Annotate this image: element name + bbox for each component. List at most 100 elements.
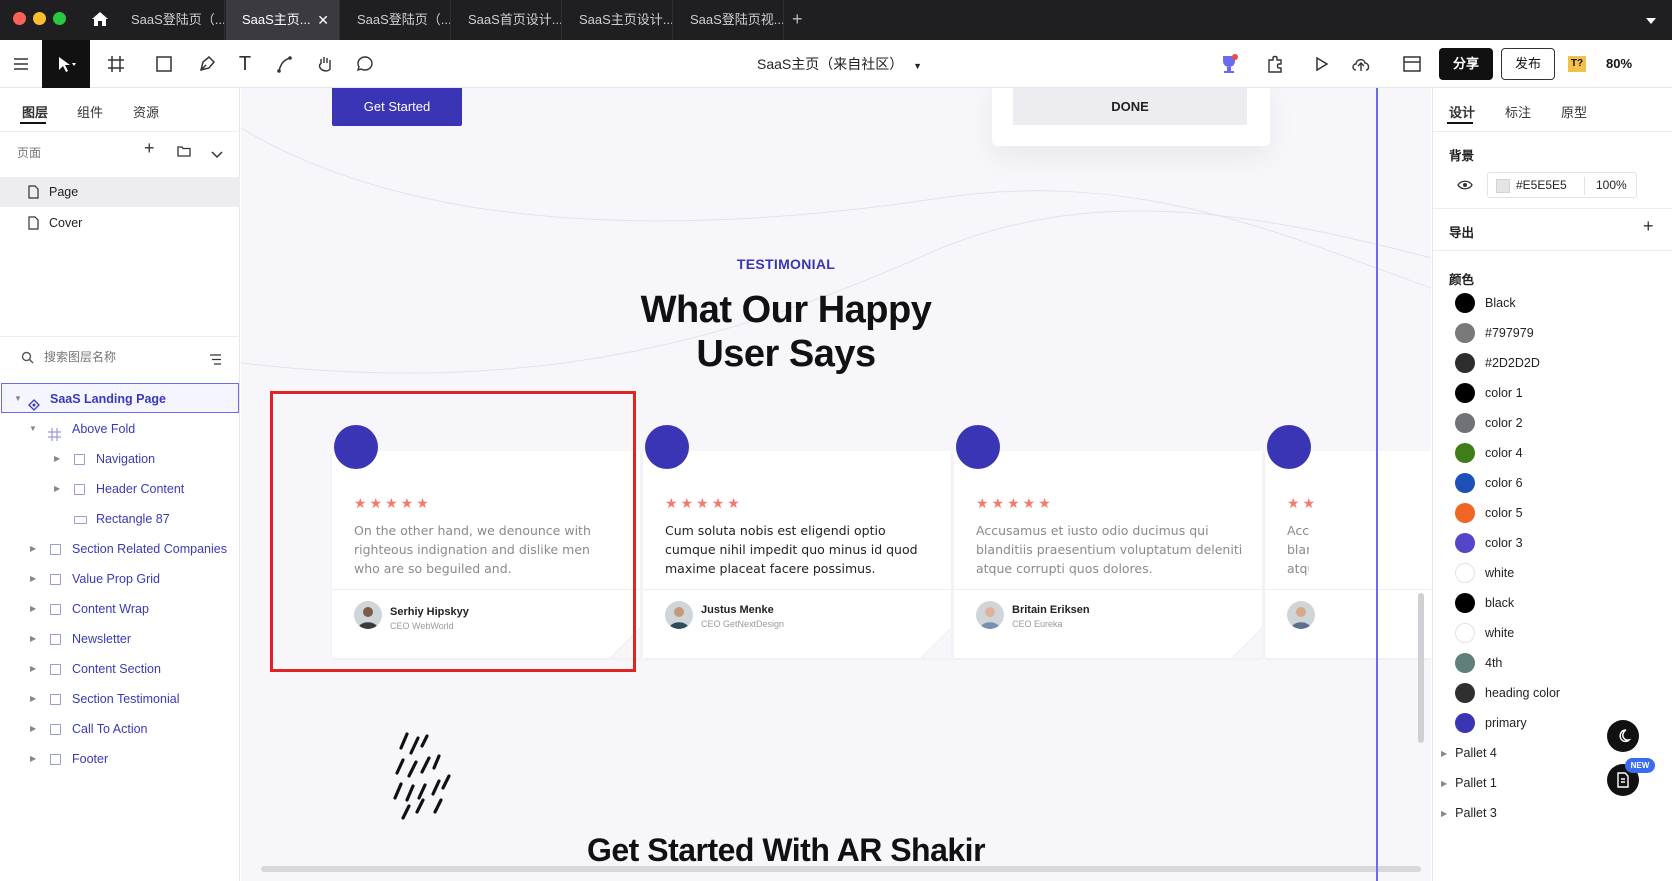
tab-item[interactable]: SaaS登陆页（... [341,0,451,40]
expand-arrow-icon[interactable]: ▶ [30,684,36,714]
layer-content-section[interactable]: ▶ Content Section [0,654,240,684]
new-tab-icon[interactable]: + [792,9,803,30]
layer-header-content[interactable]: ▶ Header Content [0,474,240,504]
tab-prototype[interactable]: 原型 [1561,102,1587,121]
color-style-item[interactable]: heading color [1455,678,1560,708]
expand-arrow-icon[interactable]: ▶ [30,594,36,624]
publish-button[interactable]: 发布 [1501,48,1555,80]
filter-icon[interactable] [209,352,222,370]
dark-mode-button[interactable] [1607,720,1639,752]
layer-above-fold[interactable]: ▼ Above Fold [0,414,240,444]
close-window-icon[interactable] [13,12,26,25]
hand-tool-icon[interactable] [310,40,340,88]
eye-icon[interactable] [1457,178,1473,196]
color-style-item[interactable]: color 3 [1455,528,1523,558]
cloud-upload-icon[interactable] [1348,40,1374,88]
color-style-item[interactable]: black [1455,588,1514,618]
menu-icon[interactable] [8,40,34,88]
vertical-scrollbar[interactable] [1418,593,1424,743]
color-style-item[interactable]: primary [1455,708,1527,738]
layer-search-input[interactable] [44,346,194,368]
expand-arrow-icon[interactable]: ▶ [54,474,60,504]
color-style-item[interactable]: color 4 [1455,438,1523,468]
layer-call-to-action[interactable]: ▶ Call To Action [0,714,240,744]
tab-layers[interactable]: 图层 [22,102,48,121]
expand-arrow-icon[interactable]: ▶ [1441,809,1447,818]
tab-assets[interactable]: 资源 [133,102,159,121]
tab-menu-chevron-icon[interactable] [1645,13,1657,31]
plugin-icon[interactable] [1262,40,1288,88]
path-tool-icon[interactable] [270,40,300,88]
file-title[interactable]: SaaS主页（来自社区） ▼ [757,40,922,88]
expand-arrow-icon[interactable]: ▼ [29,414,37,444]
color-style-item[interactable]: #797979 [1455,318,1534,348]
page-item-page[interactable]: Page [0,177,240,207]
pallet-group[interactable]: ▶ Pallet 3 [1441,798,1497,828]
layer-content-wrap[interactable]: ▶ Content Wrap [0,594,240,624]
layer-value-prop-grid[interactable]: ▶ Value Prop Grid [0,564,240,594]
rectangle-tool-icon[interactable] [146,40,182,88]
add-page-icon[interactable]: + [144,138,155,159]
tab-components[interactable]: 组件 [77,102,103,121]
layer-rectangle-87[interactable]: Rectangle 87 [0,504,240,534]
expand-arrow-icon[interactable]: ▶ [30,714,36,744]
trophy-icon[interactable] [1216,40,1242,88]
color-style-item[interactable]: white [1455,558,1514,588]
page-item-cover[interactable]: Cover [0,208,240,238]
color-style-item[interactable]: color 1 [1455,378,1523,408]
close-tab-icon[interactable]: ✕ [317,0,329,40]
pen-tool-icon[interactable] [192,40,222,88]
color-style-item[interactable]: color 6 [1455,468,1523,498]
expand-arrow-icon[interactable]: ▶ [30,744,36,774]
design-canvas[interactable]: Get Started DONE TESTIMONIAL What Our Ha… [241,88,1431,881]
share-button[interactable]: 分享 [1439,48,1493,80]
layout-icon[interactable] [1394,40,1430,88]
expand-arrow-icon[interactable]: ▼ [14,384,22,414]
done-button[interactable]: DONE [1013,88,1247,125]
frame-tool-icon[interactable] [98,40,134,88]
tab-item[interactable]: SaaS登陆页视... [674,0,784,40]
expand-arrow-icon[interactable]: ▶ [1441,749,1447,758]
tab-annotate[interactable]: 标注 [1505,102,1531,121]
collapse-pages-icon[interactable] [211,146,223,164]
testimonial-card[interactable]: ★★★★★ Accusamus et iusto odio ducimus qu… [954,451,1262,658]
tab-item[interactable]: SaaS登陆页（... [115,0,225,40]
play-icon[interactable] [1308,40,1334,88]
maximize-window-icon[interactable] [53,12,66,25]
expand-arrow-icon[interactable]: ▶ [30,564,36,594]
folder-icon[interactable] [177,144,191,162]
layer-newsletter[interactable]: ▶ Newsletter [0,624,240,654]
color-style-item[interactable]: Black [1455,288,1516,318]
tab-item[interactable]: SaaS主页设计... [563,0,673,40]
color-style-item[interactable]: 4th [1455,648,1502,678]
expand-arrow-icon[interactable]: ▶ [1441,779,1447,788]
add-export-icon[interactable]: + [1643,216,1654,237]
color-style-item[interactable]: #2D2D2D [1455,348,1540,378]
expand-arrow-icon[interactable]: ▶ [54,444,60,474]
move-tool-icon[interactable] [42,40,90,88]
pallet-group[interactable]: ▶ Pallet 4 [1441,738,1497,768]
layer-navigation[interactable]: ▶ Navigation [0,444,240,474]
background-color-field[interactable]: #E5E5E5 100% [1487,172,1637,198]
minimize-window-icon[interactable] [33,12,46,25]
expand-arrow-icon[interactable]: ▶ [30,534,36,564]
zoom-level[interactable]: 80% [1606,40,1632,88]
expand-arrow-icon[interactable]: ▶ [30,624,36,654]
testimonial-card[interactable]: ★★★★★ Cum soluta nobis est eligendi opti… [643,451,951,658]
layer-section-related-companies[interactable]: ▶ Section Related Companies [0,534,240,564]
layer-saas-landing-page[interactable]: ▼ SaaS Landing Page [1,383,239,413]
color-style-item[interactable]: color 5 [1455,498,1523,528]
expand-arrow-icon[interactable]: ▶ [30,654,36,684]
horizontal-scrollbar[interactable] [261,866,1421,872]
home-icon[interactable] [90,9,110,34]
get-started-button[interactable]: Get Started [332,88,462,126]
color-style-item[interactable]: color 2 [1455,408,1523,438]
tab-item-active[interactable]: SaaS主页... ✕ [226,0,340,40]
color-style-item[interactable]: white [1455,618,1514,648]
tab-design[interactable]: 设计 [1449,102,1475,121]
tab-item[interactable]: SaaS首页设计... [452,0,562,40]
layer-section-testimonial[interactable]: ▶ Section Testimonial [0,684,240,714]
pallet-group[interactable]: ▶ Pallet 1 [1441,768,1497,798]
comment-tool-icon[interactable] [350,40,380,88]
font-check-icon[interactable]: T? [1568,56,1586,72]
